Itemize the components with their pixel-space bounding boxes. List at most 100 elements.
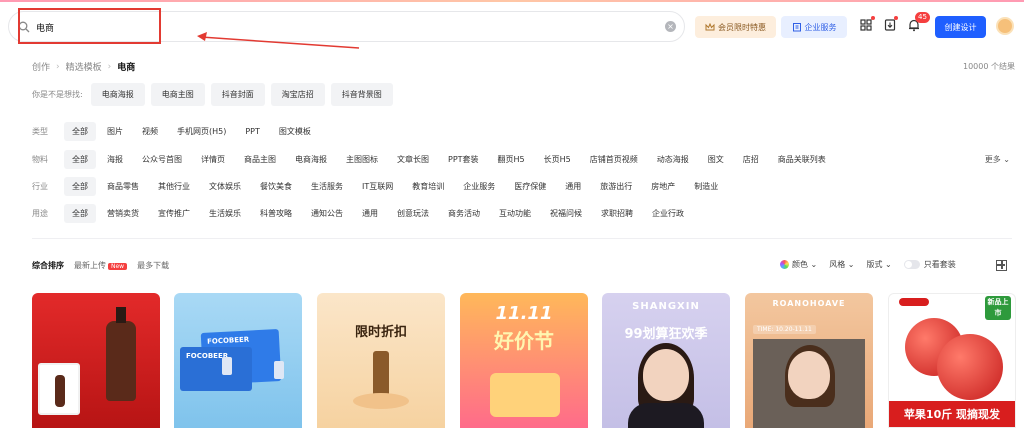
filter-row-usage: 用途 全部 营销卖货 宣传推广 生活娱乐 科普攻略 通知公告 通用 创意玩法 商… bbox=[32, 204, 703, 223]
filter-option[interactable]: 企业服务 bbox=[463, 181, 495, 192]
filter-option[interactable]: 图文 bbox=[708, 154, 724, 165]
color-filter[interactable]: 颜色 ⌄ bbox=[780, 259, 817, 270]
template-card[interactable]: SHANGXIN 99划算狂欢季 bbox=[602, 293, 730, 428]
vip-offer-label: 会员限时特惠 bbox=[718, 22, 766, 32]
avatar[interactable] bbox=[996, 17, 1014, 35]
product-thumbnail bbox=[38, 363, 80, 415]
filter-option[interactable]: 商务活动 bbox=[448, 208, 480, 219]
new-product-tag: 新品上市 bbox=[985, 296, 1011, 320]
filter-option[interactable]: 详情页 bbox=[201, 154, 225, 165]
template-card[interactable]: 限时折扣 bbox=[317, 293, 445, 428]
filter-option[interactable]: 互动功能 bbox=[499, 208, 531, 219]
filter-row-industry: 行业 全部 商品零售 其他行业 文体娱乐 餐饮美食 生活服务 IT互联网 教育培… bbox=[32, 177, 737, 196]
filter-option[interactable]: 视频 bbox=[142, 126, 158, 137]
filter-option[interactable]: 主图图标 bbox=[346, 154, 378, 165]
filter-option[interactable]: 创意玩法 bbox=[397, 208, 429, 219]
style-filter[interactable]: 风格 ⌄ bbox=[829, 259, 854, 270]
filter-option[interactable]: 商品关联列表 bbox=[778, 154, 826, 165]
filter-option[interactable]: 科普攻略 bbox=[260, 208, 292, 219]
filter-option[interactable]: 求职招聘 bbox=[601, 208, 633, 219]
sort-option-newest[interactable]: 最新上传 New bbox=[74, 260, 128, 271]
filter-option[interactable]: 生活服务 bbox=[311, 181, 343, 192]
filter-option[interactable]: 旅游出行 bbox=[600, 181, 632, 192]
template-card[interactable] bbox=[32, 293, 160, 428]
vip-offer-button[interactable]: 会员限时特惠 bbox=[695, 16, 776, 38]
filter-option[interactable]: 文章长图 bbox=[397, 154, 429, 165]
portrait-body bbox=[628, 403, 704, 428]
filter-option[interactable]: 全部 bbox=[64, 177, 96, 196]
suggestion-chip[interactable]: 抖音背景图 bbox=[330, 83, 393, 106]
filter-option[interactable]: 生活娱乐 bbox=[209, 208, 241, 219]
filter-option[interactable]: 其他行业 bbox=[158, 181, 190, 192]
breadcrumb: 创作 › 精选模板 › 电商 bbox=[32, 60, 135, 74]
style-filter-label: 风格 bbox=[829, 260, 846, 269]
filter-option[interactable]: PPT bbox=[245, 127, 260, 136]
filter-option[interactable]: 长页H5 bbox=[544, 154, 571, 165]
filter-option[interactable]: 店铺首页视频 bbox=[590, 154, 638, 165]
filter-option[interactable]: 文体娱乐 bbox=[209, 181, 241, 192]
layout-filter-label: 版式 bbox=[866, 260, 883, 269]
filter-option[interactable]: 图片 bbox=[107, 126, 123, 137]
download-icon[interactable] bbox=[883, 18, 897, 32]
suggestion-chip[interactable]: 淘宝店招 bbox=[270, 83, 325, 106]
filter-option[interactable]: 通知公告 bbox=[311, 208, 343, 219]
template-card[interactable]: 11.11 好价节 bbox=[460, 293, 588, 428]
sort-option-default[interactable]: 综合排序 bbox=[32, 260, 64, 271]
filter-option[interactable]: 商品主图 bbox=[244, 154, 276, 165]
filter-option[interactable]: 祝福问候 bbox=[550, 208, 582, 219]
date-label: TIME: 10.20-11.11 bbox=[753, 325, 816, 334]
filter-option[interactable]: 医疗保健 bbox=[514, 181, 546, 192]
card-title: SHANGXIN bbox=[632, 301, 700, 312]
sort-option-downloads[interactable]: 最多下载 bbox=[137, 260, 169, 271]
enterprise-service-label: 企业服务 bbox=[804, 22, 837, 32]
more-filters-toggle[interactable]: 更多 ⌄ bbox=[985, 154, 1010, 165]
layout-filter[interactable]: 版式 ⌄ bbox=[867, 259, 892, 270]
breadcrumb-item-create[interactable]: 创作 bbox=[32, 60, 50, 73]
filter-option[interactable]: 店招 bbox=[743, 154, 759, 165]
annotation-arrow-icon bbox=[197, 32, 360, 49]
template-card[interactable]: 新品上市 苹果10斤 现摘现发 bbox=[888, 293, 1016, 428]
filter-option[interactable]: 房地产 bbox=[651, 181, 675, 192]
filter-option[interactable]: 餐饮美食 bbox=[260, 181, 292, 192]
filter-option[interactable]: 公众号首图 bbox=[142, 154, 182, 165]
download-red-dot bbox=[894, 16, 898, 20]
breadcrumb-item-templates[interactable]: 精选模板 bbox=[66, 60, 102, 73]
filter-option[interactable]: 全部 bbox=[64, 150, 96, 169]
filter-option[interactable]: 商品零售 bbox=[107, 181, 139, 192]
filter-option[interactable]: 通用 bbox=[565, 181, 581, 192]
filter-option[interactable]: 全部 bbox=[64, 122, 96, 141]
suggestion-chip[interactable]: 电商海报 bbox=[90, 83, 145, 106]
filter-option[interactable]: 电商海报 bbox=[295, 154, 327, 165]
filter-option[interactable]: 全部 bbox=[64, 204, 96, 223]
clear-search-icon[interactable]: × bbox=[665, 21, 676, 32]
filter-option[interactable]: 宣传推广 bbox=[158, 208, 190, 219]
toggle-switch[interactable] bbox=[903, 260, 920, 269]
enterprise-service-button[interactable]: 企业服务 bbox=[781, 16, 847, 38]
suggestion-chip[interactable]: 电商主图 bbox=[150, 83, 205, 106]
suggestion-chip[interactable]: 抖音封面 bbox=[210, 83, 265, 106]
filter-option[interactable]: 教育培训 bbox=[412, 181, 444, 192]
create-design-button[interactable]: 创建设计 bbox=[935, 16, 986, 38]
filter-option[interactable]: 手机网页(H5) bbox=[177, 126, 226, 137]
filter-option[interactable]: 动态海报 bbox=[657, 154, 689, 165]
gift-box-image bbox=[490, 373, 560, 417]
filter-option[interactable]: 图文模板 bbox=[279, 126, 311, 137]
filter-option[interactable]: IT互联网 bbox=[362, 181, 393, 192]
filter-option[interactable]: 海报 bbox=[107, 154, 123, 165]
member-only-toggle[interactable]: 只看套装 bbox=[903, 259, 956, 270]
template-card[interactable]: FOCOBEER FOCOBEER bbox=[174, 293, 302, 428]
filter-option[interactable]: 翻页H5 bbox=[498, 154, 525, 165]
view-tools: 颜色 ⌄ 风格 ⌄ 版式 ⌄ 只看套装 bbox=[780, 259, 956, 270]
card-subtitle: 好价节 bbox=[494, 329, 554, 353]
filter-option[interactable]: 通用 bbox=[362, 208, 378, 219]
template-card[interactable]: ROANOHOAVE TIME: 10.20-11.11 bbox=[745, 293, 873, 428]
layout-toggle-icon[interactable] bbox=[996, 260, 1007, 271]
filter-option[interactable]: 制造业 bbox=[694, 181, 718, 192]
annotation-highlight-box bbox=[18, 8, 161, 44]
pedestal-image bbox=[353, 393, 409, 409]
filter-option[interactable]: PPT套装 bbox=[448, 154, 479, 165]
apps-grid-icon[interactable] bbox=[859, 18, 873, 32]
filter-option[interactable]: 企业行政 bbox=[652, 208, 684, 219]
sort-option-newest-label: 最新上传 bbox=[74, 261, 106, 270]
filter-option[interactable]: 营销卖货 bbox=[107, 208, 139, 219]
